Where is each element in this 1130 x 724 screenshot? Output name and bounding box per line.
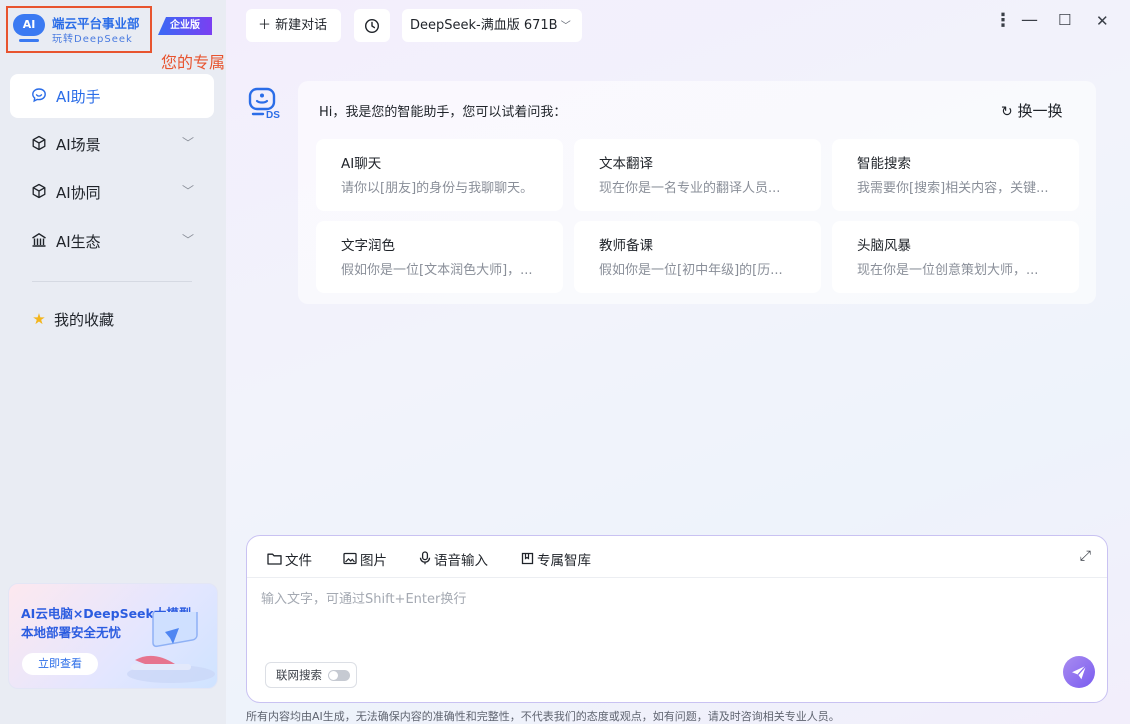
building-icon <box>30 232 48 250</box>
prompt-card-desc: 假如你是一位[初中年级]的[历... <box>599 263 783 278</box>
tool-label: 图片 <box>360 553 387 569</box>
chevron-down-icon: ﹀ <box>181 184 194 198</box>
prompt-card-desc: 现在你是一位创意策划大师，... <box>857 263 1039 278</box>
sidebar-item-ai-assistant[interactable]: AI助手 <box>10 74 214 118</box>
prompt-card-title: 教师备课 <box>599 238 653 254</box>
expand-icon[interactable]: ⤢ <box>1080 548 1091 564</box>
prompt-card-title: AI聊天 <box>341 156 382 172</box>
send-button[interactable] <box>1063 656 1095 688</box>
sidebar-item-ai-collab[interactable]: AI协同 ﹀ <box>10 170 214 214</box>
sidebar-item-label: AI助手 <box>56 88 101 106</box>
book-icon <box>521 552 534 565</box>
ai-disclaimer: 所有内容均由AI生成，无法确保内容的准确性和完整性，不代表我们的态度或观点，如有… <box>246 710 840 723</box>
message-composer: 文件 图片 语音输入 专属智库 ⤢ 联网搜索 <box>246 535 1108 703</box>
brand-logo: AI 端云平台事业部 玩转DeepSeek <box>6 6 152 53</box>
chevron-down-icon: ﹀ <box>181 233 194 247</box>
image-icon <box>343 552 357 565</box>
sidebar-item-label: AI场景 <box>56 136 101 154</box>
web-search-label: 联网搜索 <box>276 668 322 682</box>
sidebar-item-ai-scenes[interactable]: AI场景 ﹀ <box>10 122 214 166</box>
prompt-card-title: 头脑风暴 <box>857 238 911 254</box>
tool-label: 文件 <box>285 553 312 569</box>
sidebar-divider <box>32 281 192 282</box>
prompt-card[interactable]: 头脑风暴 现在你是一位创意策划大师，... <box>832 221 1079 293</box>
paper-plane-icon <box>1072 665 1087 680</box>
prompt-card[interactable]: 文本翻译 现在你是一名专业的翻译人员... <box>574 139 821 211</box>
chevron-down-icon: ﹀ <box>181 136 194 150</box>
brand-subtitle: 玩转DeepSeek <box>52 34 133 45</box>
svg-text:DS: DS <box>266 110 280 121</box>
voice-input-button[interactable]: 语音输入 <box>419 549 488 569</box>
deepseek-avatar-icon: DS <box>248 87 280 121</box>
sidebar-item-label: AI生态 <box>56 233 101 251</box>
cube-icon <box>30 135 48 153</box>
prompt-card-desc: 请你以[朋友]的身份与我聊聊天。 <box>341 181 534 196</box>
model-name: DeepSeek-满血版 671B <box>410 18 558 33</box>
sidebar-item-label: AI协同 <box>56 184 101 202</box>
new-chat-button[interactable]: ＋ 新建对话 <box>246 9 341 42</box>
prompt-card-title: 文本翻译 <box>599 156 653 172</box>
refresh-suggestions-button[interactable]: ↻ 换一换 <box>1001 100 1063 121</box>
sidebar-item-label: 我的收藏 <box>54 311 115 329</box>
edition-badge: 企业版 <box>158 17 212 35</box>
more-menu-button[interactable]: ⋮ <box>994 10 1012 31</box>
microphone-icon <box>419 551 431 565</box>
star-icon: ★ <box>32 310 46 328</box>
refresh-label: 换一换 <box>1017 102 1063 120</box>
main-area: ＋ 新建对话 DeepSeek-满血版 671B ﹀ ⋮ — ☐ ✕ DS Hi… <box>226 0 1130 724</box>
close-button[interactable]: ✕ <box>1096 12 1109 30</box>
promo-view-button[interactable]: 立即查看 <box>22 653 98 675</box>
sidebar-item-ai-ecosystem[interactable]: AI生态 ﹀ <box>10 219 214 263</box>
history-button[interactable] <box>354 9 390 42</box>
prompt-card-desc: 我需要你[搜索]相关内容，关键... <box>857 181 1049 196</box>
message-input[interactable] <box>261 588 1041 648</box>
knowledge-base-button[interactable]: 专属智库 <box>521 549 591 569</box>
prompt-card[interactable]: 智能搜索 我需要你[搜索]相关内容，关键... <box>832 139 1079 211</box>
prompt-card-desc: 假如你是一位[文本润色大师]，... <box>341 263 533 278</box>
prompt-card-title: 文字润色 <box>341 238 395 254</box>
cube-icon <box>30 183 48 201</box>
prompt-card-desc: 现在你是一名专业的翻译人员... <box>599 181 781 196</box>
model-selector[interactable]: DeepSeek-满血版 671B ﹀ <box>402 9 582 42</box>
folder-icon <box>267 553 282 565</box>
composer-toolbar: 文件 图片 语音输入 专属智库 ⤢ <box>247 536 1107 578</box>
prompt-card[interactable]: 教师备课 假如你是一位[初中年级]的[历... <box>574 221 821 293</box>
chevron-down-icon: ﹀ <box>557 21 571 32</box>
prompt-card[interactable]: AI聊天 请你以[朋友]的身份与我聊聊天。 <box>316 139 563 211</box>
sidebar-item-favorites[interactable]: ★ 我的收藏 <box>10 297 214 341</box>
clock-icon <box>364 18 380 34</box>
sidebar: AI 端云平台事业部 玩转DeepSeek 企业版 您的专属logo AI助手 … <box>0 0 259 724</box>
prompt-card[interactable]: 文字润色 假如你是一位[文本润色大师]，... <box>316 221 563 293</box>
assistant-greeting: Hi，我是您的智能助手，您可以试着问我： <box>319 105 567 120</box>
maximize-button[interactable]: ☐ <box>1058 11 1071 29</box>
chat-bubble-icon <box>30 87 48 105</box>
cloud-ai-icon: AI <box>13 14 45 42</box>
attach-file-button[interactable]: 文件 <box>267 549 312 569</box>
tool-label: 专属智库 <box>537 553 591 569</box>
web-search-toggle[interactable]: 联网搜索 <box>265 662 357 688</box>
toggle-switch[interactable] <box>328 670 350 681</box>
attach-image-button[interactable]: 图片 <box>343 549 387 569</box>
laptop-illustration-icon <box>127 612 215 683</box>
promo-subtitle: 本地部署安全无忧 <box>21 625 122 640</box>
refresh-icon: ↻ <box>1001 104 1013 120</box>
tool-label: 语音输入 <box>434 553 488 569</box>
prompt-card-title: 智能搜索 <box>857 156 911 172</box>
minimize-button[interactable]: — <box>1021 10 1038 30</box>
promo-banner[interactable]: AI云电脑×DeepSeek大模型 本地部署安全无忧 立即查看 <box>8 583 218 689</box>
